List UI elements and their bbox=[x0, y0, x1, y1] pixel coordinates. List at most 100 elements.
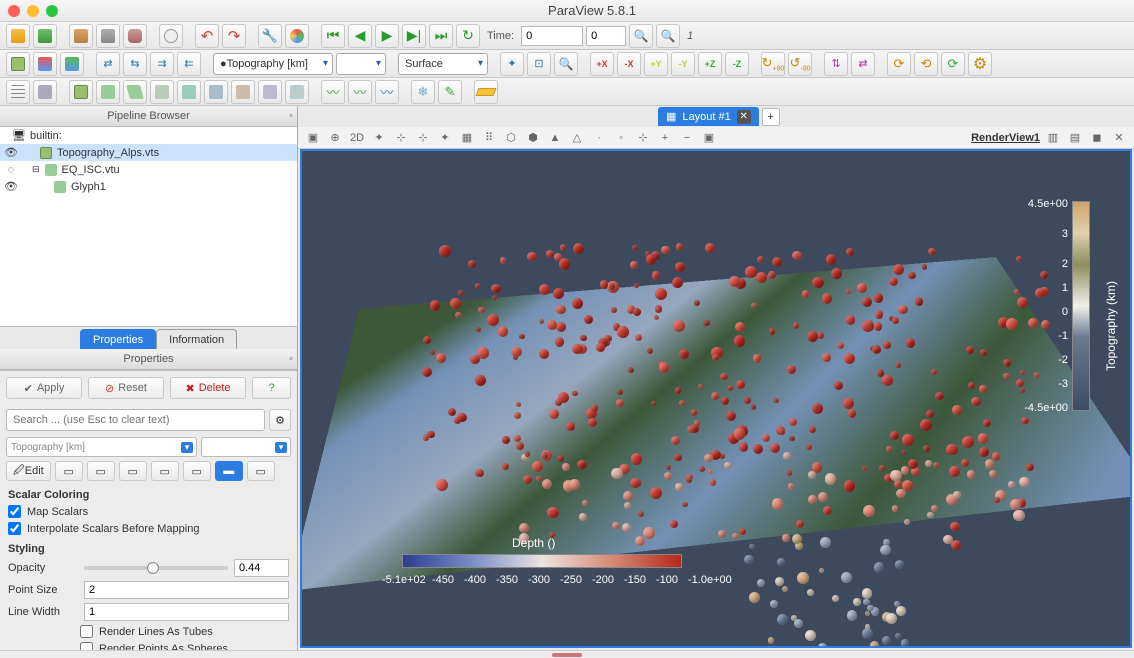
auto-apply-button[interactable]: ⟳ bbox=[941, 52, 965, 76]
adjust-camera-button[interactable]: ⇅ bbox=[824, 52, 848, 76]
rotate-90-ccw-button[interactable]: ↺-90 bbox=[788, 52, 812, 76]
zoom-to-data-button[interactable]: ⊡ bbox=[527, 52, 551, 76]
select-block-icon[interactable]: ▲ bbox=[546, 129, 564, 147]
ruler-button[interactable] bbox=[474, 80, 498, 104]
horizontal-colorbar[interactable] bbox=[402, 554, 682, 568]
expand-icon[interactable]: ⊟ bbox=[32, 164, 40, 175]
color-array-combo[interactable]: ● Topography [km] bbox=[213, 53, 333, 75]
catalyst-button[interactable] bbox=[123, 24, 147, 48]
vertical-colorbar[interactable] bbox=[1072, 201, 1090, 411]
extract-selection-button[interactable] bbox=[285, 80, 309, 104]
color-by-button[interactable] bbox=[6, 52, 30, 76]
time-step-fwd-button[interactable]: 🔍 bbox=[656, 24, 680, 48]
time-value-input[interactable] bbox=[521, 26, 583, 46]
opacity-input[interactable] bbox=[234, 559, 289, 577]
view-z-plus-button[interactable]: +Z bbox=[698, 52, 722, 76]
use-separate-colormap-button[interactable]: ▭ bbox=[183, 461, 211, 481]
probe-button[interactable]: 〰 bbox=[348, 80, 372, 104]
render-viewport[interactable]: 4.5e+00 3 2 1 0 -1 -2 -3 -4.5e+00 Topogr… bbox=[300, 149, 1132, 648]
rescale-button-2[interactable]: ▭ bbox=[87, 461, 115, 481]
open-file-button[interactable] bbox=[6, 24, 30, 48]
render-view-label[interactable]: RenderView1 bbox=[971, 132, 1040, 144]
view-y-minus-button[interactable]: -Y bbox=[671, 52, 695, 76]
visibility-icon[interactable]: 👁 bbox=[4, 180, 18, 193]
undo-button[interactable]: ↶ bbox=[195, 24, 219, 48]
threshold-filter-button[interactable] bbox=[123, 80, 147, 104]
display-component-combo[interactable] bbox=[201, 437, 291, 457]
axes-icon[interactable]: ✦ bbox=[370, 129, 388, 147]
display-array-combo[interactable]: Topography [km] bbox=[6, 437, 197, 457]
properties-close-icon[interactable]: ◦ bbox=[289, 353, 293, 365]
rescale-range-button[interactable] bbox=[60, 52, 84, 76]
camera-link-icon[interactable]: ⊕ bbox=[326, 129, 344, 147]
plot-over-line-button[interactable]: 〰 bbox=[321, 80, 345, 104]
pipeline-item-glyph[interactable]: 👁 Glyph1 bbox=[0, 178, 297, 195]
component-combo[interactable] bbox=[336, 53, 386, 75]
time-index-input[interactable] bbox=[586, 26, 626, 46]
settings-button[interactable]: 🔧 bbox=[258, 24, 282, 48]
last-frame-button[interactable]: ⏭ bbox=[429, 24, 453, 48]
pipeline-item-topography[interactable]: 👁 Topography_Alps.vts bbox=[0, 144, 297, 161]
tab-information[interactable]: Information bbox=[156, 329, 237, 349]
edit-colormap-button[interactable]: 🖉 Edit bbox=[6, 461, 51, 481]
warp-filter-button[interactable] bbox=[231, 80, 255, 104]
group-filter-button[interactable] bbox=[258, 80, 282, 104]
filter-icon[interactable]: ✎ bbox=[438, 80, 462, 104]
point-size-input[interactable] bbox=[84, 581, 289, 599]
rescale-temporal-button[interactable]: ⇉ bbox=[150, 52, 174, 76]
hover-cells-icon[interactable]: △ bbox=[568, 129, 586, 147]
capture-screenshot-icon[interactable]: ▣ bbox=[700, 129, 718, 147]
pick-center-icon[interactable]: ⊹ bbox=[414, 129, 432, 147]
split-horizontal-icon[interactable]: ▥ bbox=[1044, 129, 1062, 147]
pipeline-browser[interactable]: 🖥 builtin: 👁 Topography_Alps.vts ◌ ⊟ EQ_… bbox=[0, 127, 297, 327]
glyph-filter-button[interactable] bbox=[177, 80, 201, 104]
extract-filter-button[interactable] bbox=[150, 80, 174, 104]
status-grip[interactable] bbox=[552, 653, 582, 657]
advanced-toggle-button[interactable]: ⚙ bbox=[269, 409, 291, 431]
shrink-selection-icon[interactable]: − bbox=[678, 129, 696, 147]
rescale-visible-button[interactable]: ⇆ bbox=[123, 52, 147, 76]
clip-filter-button[interactable] bbox=[69, 80, 93, 104]
view-x-plus-button[interactable]: +X bbox=[590, 52, 614, 76]
pipeline-item-eq[interactable]: ◌ ⊟ EQ_ISC.vtu bbox=[0, 161, 297, 178]
rescale-custom-button[interactable]: ⇄ bbox=[96, 52, 120, 76]
close-window-button[interactable] bbox=[8, 5, 20, 17]
map-scalars-checkbox[interactable] bbox=[8, 505, 21, 518]
reset-center-icon[interactable]: ✦ bbox=[436, 129, 454, 147]
histogram-button[interactable]: 〰 bbox=[375, 80, 399, 104]
layout-close-icon[interactable]: ✕ bbox=[737, 110, 751, 124]
view-z-minus-button[interactable]: -Z bbox=[725, 52, 749, 76]
rescale-button-3[interactable]: ▭ bbox=[119, 461, 147, 481]
edit-colormap-button[interactable] bbox=[33, 52, 57, 76]
show-colorbar-button[interactable]: ⇇ bbox=[177, 52, 201, 76]
interp-scalars-checkbox[interactable] bbox=[8, 522, 21, 535]
render-icon[interactable]: ▣ bbox=[304, 129, 322, 147]
rotate-90-cw-button[interactable]: ↻+90 bbox=[761, 52, 785, 76]
delete-button[interactable]: ✖ Delete bbox=[170, 377, 246, 399]
view-y-plus-button[interactable]: +Y bbox=[644, 52, 668, 76]
custom-filter-button[interactable]: ⚙ bbox=[968, 52, 992, 76]
render-spheres-checkbox[interactable] bbox=[80, 642, 93, 650]
maximize-view-icon[interactable]: ◼ bbox=[1088, 129, 1106, 147]
view-x-minus-button[interactable]: -X bbox=[617, 52, 641, 76]
disconnect-server-button[interactable] bbox=[96, 24, 120, 48]
reload-button[interactable] bbox=[159, 24, 183, 48]
visibility-icon[interactable]: 👁 bbox=[4, 146, 18, 159]
clear-selection-icon[interactable]: ◦ bbox=[612, 129, 630, 147]
help-button[interactable]: ? bbox=[252, 377, 291, 399]
play-button[interactable]: ▶ bbox=[375, 24, 399, 48]
link-camera-button[interactable]: ⇄ bbox=[851, 52, 875, 76]
prev-frame-button[interactable]: ◀ bbox=[348, 24, 372, 48]
close-view-icon[interactable]: ✕ bbox=[1110, 129, 1128, 147]
pipeline-close-icon[interactable]: ◦ bbox=[289, 110, 293, 122]
select-points-poly-icon[interactable]: ⬢ bbox=[524, 129, 542, 147]
render-tubes-checkbox[interactable] bbox=[80, 625, 93, 638]
zoom-to-box-button[interactable]: 🔍 bbox=[554, 52, 578, 76]
center-icon[interactable]: ⊹ bbox=[392, 129, 410, 147]
edit-scalar-bar-button[interactable]: ▭ bbox=[247, 461, 275, 481]
representation-combo[interactable]: Surface bbox=[398, 53, 488, 75]
rescale-button-4[interactable]: ▭ bbox=[151, 461, 179, 481]
select-points-icon[interactable]: ⠿ bbox=[480, 129, 498, 147]
next-frame-button[interactable]: ▶| bbox=[402, 24, 426, 48]
reload-files-button[interactable]: ⟳ bbox=[887, 52, 911, 76]
